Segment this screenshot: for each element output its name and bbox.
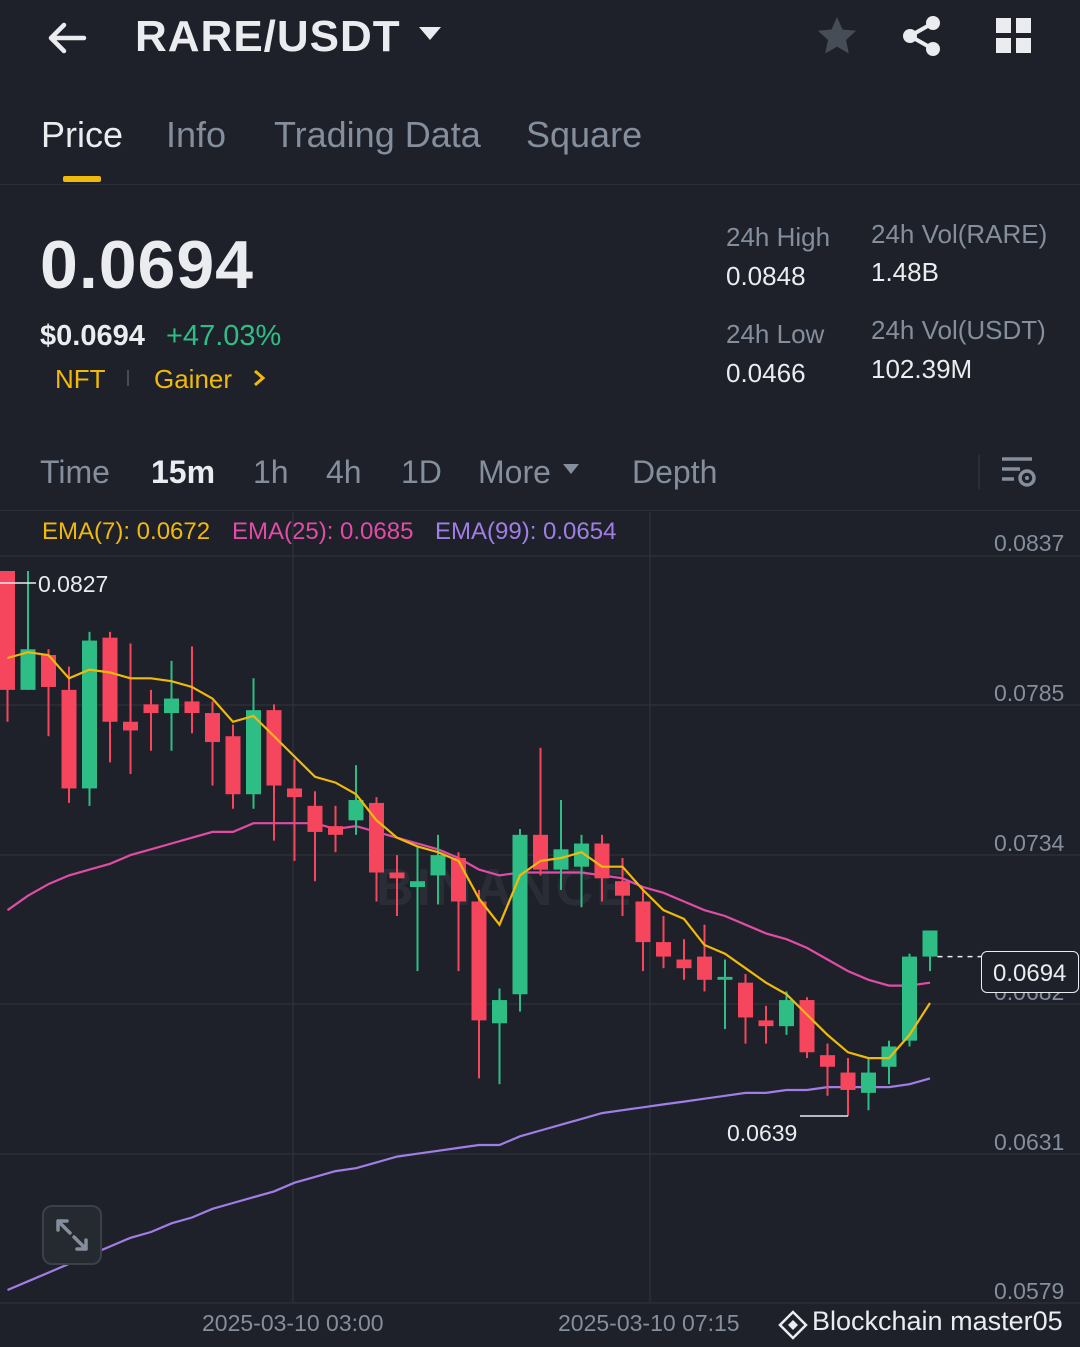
high-marker-label: 0.0827 [38, 571, 109, 597]
candle-body [205, 713, 220, 743]
ema7-legend: EMA(7): 0.0672 [42, 518, 211, 545]
candle-body [676, 959, 692, 969]
expand-icon [56, 1219, 88, 1251]
candle-body [697, 956, 712, 980]
price-axis-label: 0.0579 [994, 1278, 1065, 1304]
candle-body [266, 710, 282, 786]
tab-trading-data[interactable]: Trading Data [274, 114, 481, 156]
tab-info[interactable]: Info [166, 114, 226, 156]
back-arrow-icon[interactable] [44, 16, 88, 60]
price-axis-label: 0.0837 [994, 530, 1065, 556]
candle-body [717, 976, 733, 980]
candle-body [635, 901, 651, 943]
candle-body [820, 1055, 835, 1067]
candle-body [738, 982, 753, 1018]
ema99-legend: EMA(99): 0.0654 [435, 518, 617, 545]
ema99-line [7, 1077, 931, 1292]
interval-1h[interactable]: 1h [253, 454, 289, 491]
candle-body [758, 1020, 774, 1027]
low-marker-label: 0.0639 [727, 1120, 798, 1146]
stat-low-label: 24h Low [726, 319, 825, 349]
chevron-right-icon[interactable] [250, 368, 268, 388]
candle-body [799, 1000, 815, 1053]
candle-body [348, 800, 364, 821]
section-tabs: Price Info Trading Data Square [0, 100, 1080, 185]
fullscreen-button[interactable] [42, 1205, 102, 1265]
gainer-tag[interactable]: Gainer [154, 364, 232, 395]
top-bar: RARE/USDT [0, 0, 1080, 80]
candle-body [143, 704, 159, 714]
candle-body [0, 570, 15, 690]
candle-body [184, 701, 200, 714]
credit-text: Blockchain master05 [812, 1306, 1063, 1336]
candle-body [471, 901, 487, 1021]
grid-layout-icon[interactable] [994, 16, 1034, 56]
price-axis-label: 0.0631 [994, 1129, 1065, 1155]
candle-body [82, 640, 97, 789]
category-tag[interactable]: NFT [55, 364, 106, 395]
stat-vol-base-label: 24h Vol(RARE) [871, 219, 1048, 249]
stat-vol-base-value: 1.48B [871, 257, 939, 287]
candle-body [840, 1072, 856, 1090]
usd-price: $0.0694 [40, 320, 145, 352]
candle-body [779, 1000, 794, 1027]
more-caret-icon[interactable] [562, 462, 580, 476]
time-axis-label: 2025-03-10 07:15 [558, 1310, 740, 1336]
interval-4h[interactable]: 4h [326, 454, 362, 491]
tab-price[interactable]: Price [41, 114, 123, 156]
stat-vol-quote-value: 102.39M [871, 354, 973, 384]
candle-body [246, 710, 261, 795]
pair-title[interactable]: RARE/USDT [135, 12, 401, 62]
price-axis-label: 0.0734 [994, 830, 1065, 856]
active-tab-indicator [63, 176, 101, 182]
interval-bar: Time 15m 1h 4h 1D More Depth [0, 440, 1080, 510]
candle-body [656, 942, 671, 957]
ema7-line [7, 651, 931, 1060]
share-icon[interactable] [900, 14, 944, 58]
tab-square[interactable]: Square [526, 114, 642, 156]
candle-body [225, 736, 241, 795]
candle-body [287, 788, 302, 798]
candle-body [902, 956, 917, 1041]
stat-high-label: 24h High [726, 222, 831, 252]
candle-body [41, 655, 56, 687]
interval-more[interactable]: More [478, 454, 551, 491]
interval-divider [978, 455, 980, 489]
price-change-percent: +47.03% [166, 320, 282, 352]
price-axis-label: 0.0785 [994, 680, 1065, 706]
diamond-logo-icon [778, 1310, 808, 1340]
candle-body [61, 689, 77, 789]
chart-top-border [0, 510, 1080, 511]
stat-low-value: 0.0466 [726, 358, 806, 388]
ema25-legend: EMA(25): 0.0685 [232, 518, 414, 545]
candle-body [307, 805, 323, 832]
candle-body [20, 649, 36, 690]
candle-body [164, 698, 179, 714]
candle-body [861, 1072, 876, 1093]
favorite-star-icon[interactable] [815, 14, 859, 58]
candle-body [102, 637, 118, 722]
candlestick-chart[interactable] [0, 0, 1080, 1347]
candle-body [881, 1046, 897, 1067]
exchange-watermark: BINANCE [376, 859, 634, 917]
chart-settings-icon[interactable] [998, 452, 1038, 492]
depth-tab[interactable]: Depth [632, 454, 717, 491]
time-axis-label: 2025-03-10 03:00 [202, 1310, 384, 1336]
interval-15m[interactable]: 15m [151, 454, 215, 491]
tag-divider [127, 370, 129, 386]
last-price-label: 0.0694 [993, 960, 1067, 987]
candle-body [328, 826, 343, 835]
chevron-down-icon[interactable] [416, 20, 444, 48]
candle-body [922, 930, 938, 957]
candle-body [123, 721, 138, 731]
last-price: 0.0694 [40, 227, 254, 303]
candle-body [492, 1000, 507, 1024]
stat-vol-quote-label: 24h Vol(USDT) [871, 315, 1046, 345]
stat-high-value: 0.0848 [726, 261, 806, 291]
interval-time[interactable]: Time [40, 454, 110, 491]
interval-1d[interactable]: 1D [401, 454, 442, 491]
